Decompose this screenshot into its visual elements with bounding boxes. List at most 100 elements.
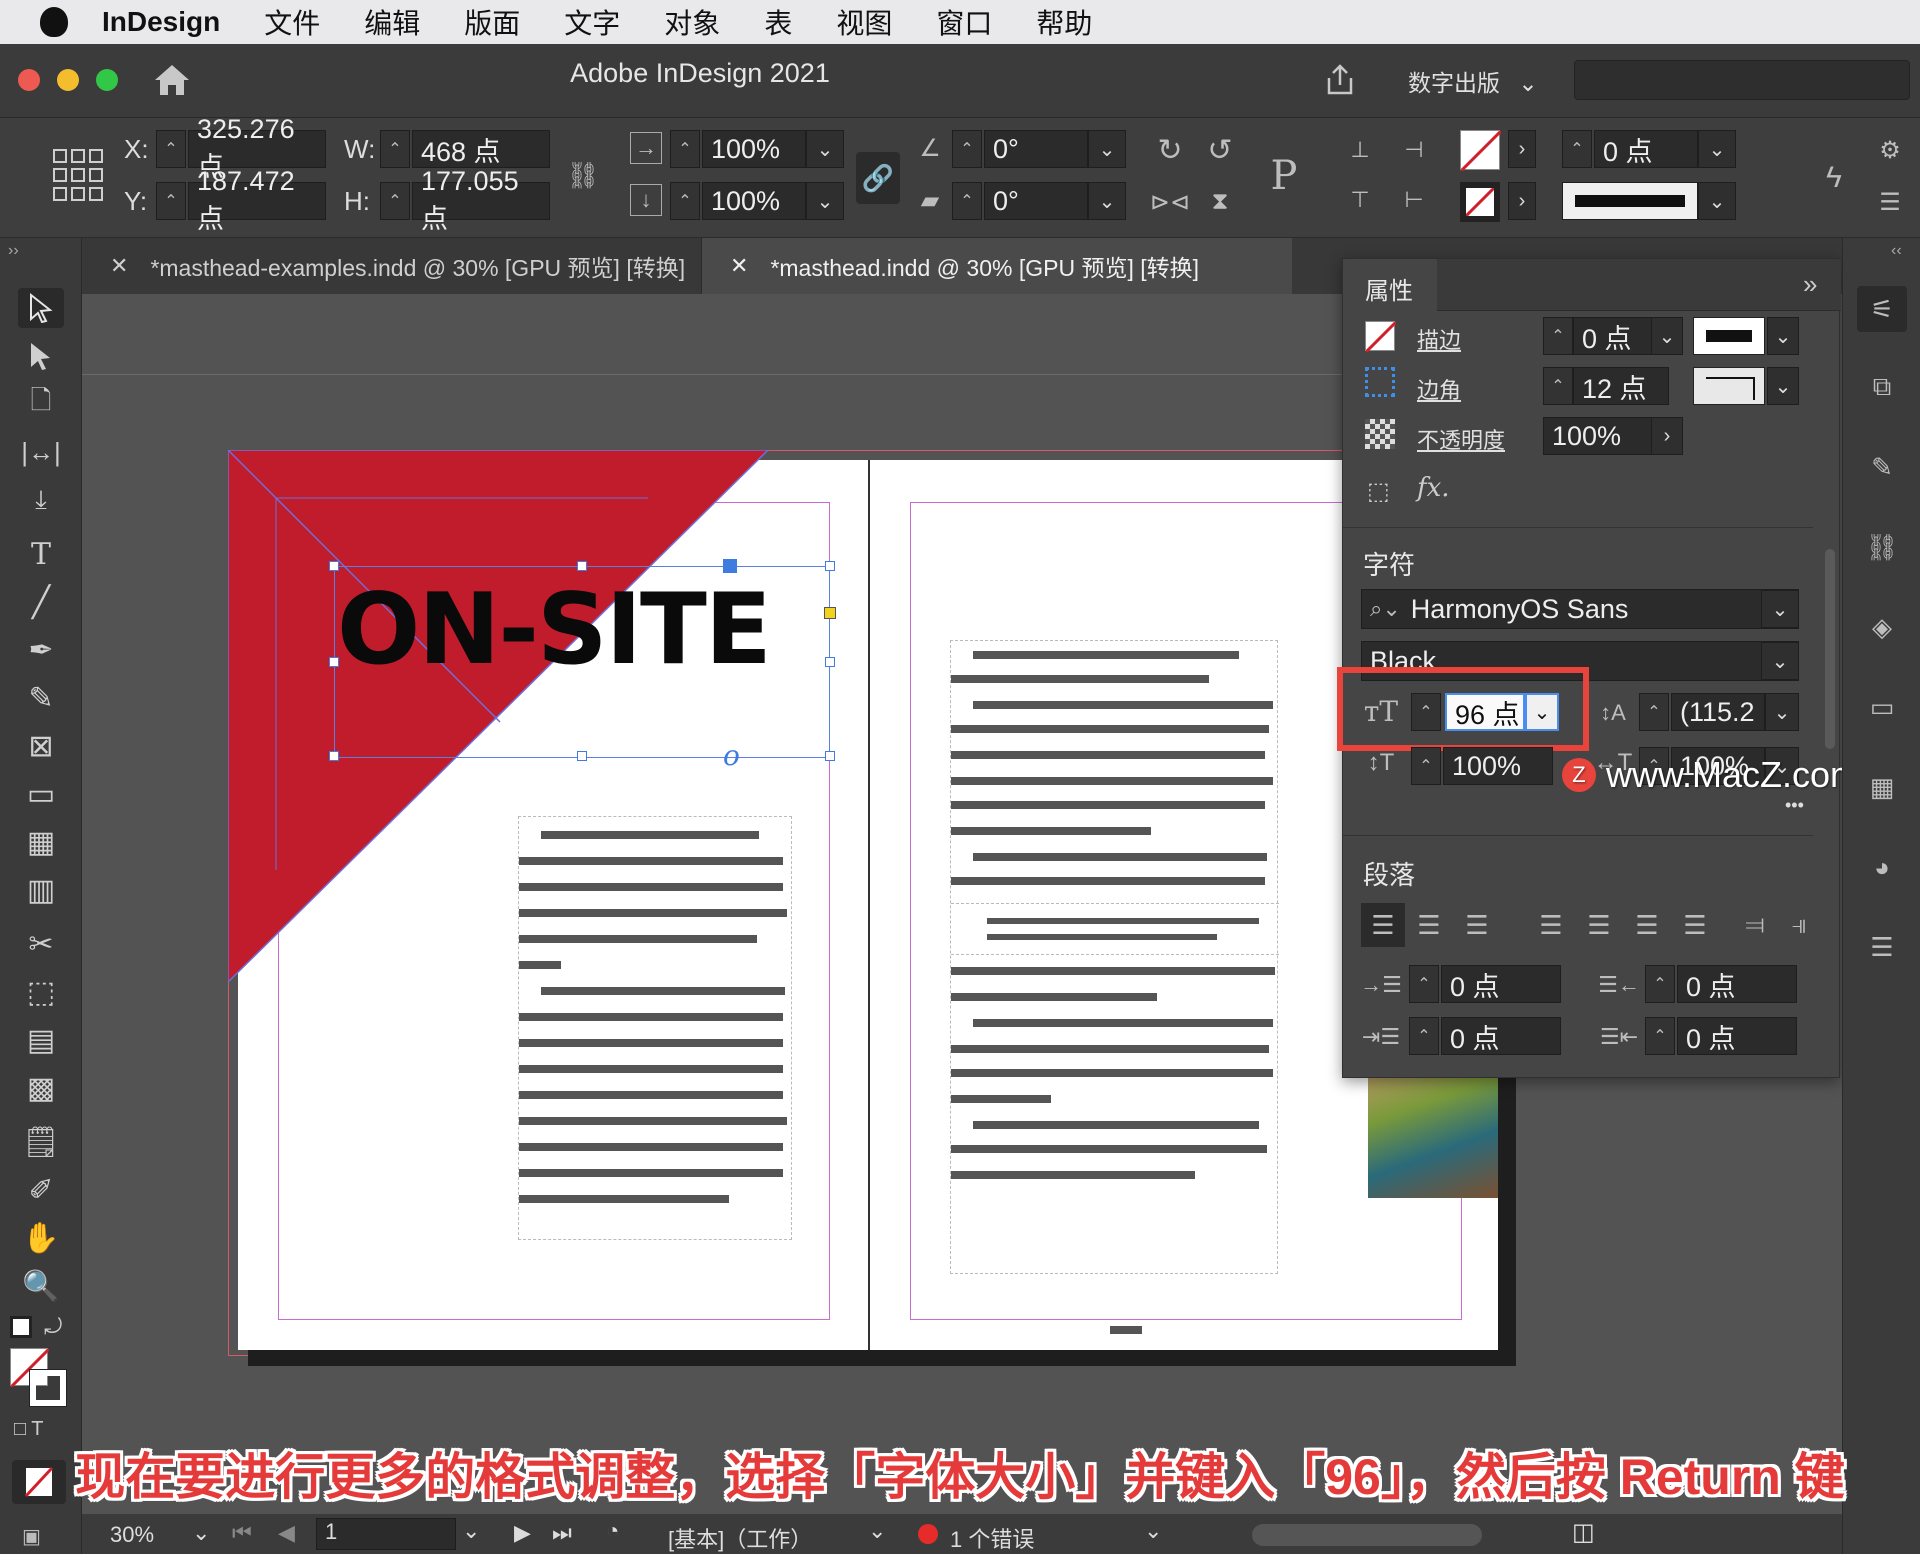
search-field[interactable] (1574, 60, 1910, 100)
line-tool-icon[interactable]: ╱ (18, 582, 64, 622)
scale-x-dropdown[interactable]: ⌄ (806, 130, 844, 168)
align-away-spine-icon[interactable]: ⫣ (1777, 903, 1821, 947)
direct-selection-tool-icon[interactable] (18, 336, 64, 376)
leading-field[interactable]: (115.2 (1671, 693, 1765, 731)
y-stepper[interactable]: ⌃ (156, 182, 186, 220)
stroke-label[interactable]: 描边 (1417, 323, 1461, 355)
h-field[interactable]: 177.055 点 (412, 166, 550, 234)
horizontal-scrollbar[interactable] (1252, 1524, 1482, 1546)
selection-handle[interactable] (825, 657, 835, 667)
corner-stepper[interactable]: ⌃ (1543, 367, 1573, 405)
out-port-link-icon[interactable]: o (723, 739, 740, 772)
fill-swatch-arrow[interactable]: › (1508, 130, 1536, 168)
body-text-frame[interactable] (950, 640, 1279, 1274)
scale-link-icon[interactable]: 🔗 (856, 152, 900, 204)
paragraph-styles-icon[interactable]: ☰ (1857, 924, 1907, 970)
properties-panel-icon[interactable]: ⚟ (1857, 286, 1907, 332)
preflight-profile[interactable]: [基本]（工作） (668, 1522, 812, 1554)
pen-tool-icon[interactable]: ✒ (18, 630, 64, 670)
left-indent-field[interactable]: 0 点 (1441, 965, 1561, 1003)
zoom-window-button[interactable] (96, 69, 118, 91)
color-panel-icon[interactable]: ◕ (1857, 844, 1907, 890)
menu-view[interactable]: 视图 (836, 2, 892, 42)
shear-stepper[interactable]: ⌃ (952, 182, 982, 220)
menu-app-name[interactable]: InDesign (102, 6, 220, 38)
page-number-field[interactable]: 1 (316, 1518, 456, 1550)
note-tool-icon[interactable]: 🗒 (18, 1122, 64, 1162)
gradient-feather-tool-icon[interactable]: ▩ (18, 1068, 64, 1108)
font-style-dropdown[interactable]: ⌄ (1761, 642, 1799, 680)
stroke-field[interactable]: 0 点 (1573, 317, 1653, 355)
scale-x-field[interactable]: 100% (702, 130, 806, 168)
selection-handle[interactable] (825, 751, 835, 761)
constrain-link-icon[interactable]: ⛓ (566, 158, 600, 192)
x-stepper[interactable]: ⌃ (156, 130, 186, 168)
profile-dropdown-icon[interactable]: ⌄ (868, 1518, 886, 1544)
corner-shape-swatch[interactable] (1693, 367, 1765, 405)
split-window-icon[interactable]: ◫ (1572, 1518, 1595, 1547)
corner-label[interactable]: 边角 (1417, 373, 1461, 405)
right-indent-field[interactable]: 0 点 (1677, 965, 1797, 1003)
minimize-window-button[interactable] (57, 69, 79, 91)
apple-icon[interactable] (40, 7, 68, 37)
font-family-dropdown[interactable]: ⌄ (1761, 590, 1799, 628)
right-indent-stepper[interactable]: ⌃ (1645, 965, 1675, 1003)
select-next-icon[interactable]: ⊢ (1394, 182, 1434, 218)
page-dropdown-icon[interactable]: ⌄ (462, 1518, 480, 1544)
scale-y-stepper[interactable]: ⌃ (670, 182, 700, 220)
pencil-tool-icon[interactable]: ✎ (18, 678, 64, 718)
justify-center-icon[interactable]: ☰ (1577, 903, 1621, 947)
stroke-weight-stepper[interactable]: ⌃ (1562, 130, 1592, 168)
zoom-level[interactable]: 30% (110, 1522, 154, 1548)
error-count[interactable]: 1 个错误 (950, 1522, 1034, 1554)
w-stepper[interactable]: ⌃ (380, 130, 410, 168)
menu-help[interactable]: 帮助 (1036, 2, 1092, 42)
selection-handle[interactable] (825, 561, 835, 571)
fill-swatch[interactable] (1459, 129, 1503, 173)
rectangle-tool-icon[interactable]: ▭ (18, 774, 64, 814)
align-towards-spine-icon[interactable]: ⫤ (1733, 903, 1777, 947)
pull-quote-frame[interactable] (951, 903, 1279, 955)
rectangle-frame-tool-icon[interactable]: ⊠ (18, 726, 64, 766)
corner-shape-dropdown[interactable]: ⌄ (1767, 367, 1799, 405)
menu-table[interactable]: 表 (764, 2, 792, 42)
font-family-field[interactable]: ⌕⌄ HarmonyOS Sans (1361, 589, 1799, 629)
leading-stepper[interactable]: ⌃ (1639, 693, 1669, 731)
panel-menu-icon[interactable]: ☰ (1872, 184, 1908, 220)
justify-right-icon[interactable]: ☰ (1625, 903, 1669, 947)
more-options-icon[interactable]: ••• (1785, 795, 1804, 816)
align-center-icon[interactable]: ☰ (1407, 903, 1451, 947)
eyedropper-tool-icon[interactable]: ✐ (18, 1170, 64, 1210)
stroke-box[interactable] (29, 1369, 67, 1407)
stroke-swatch-icon[interactable] (1364, 320, 1398, 354)
corner-field[interactable]: 12 点 (1573, 367, 1669, 405)
shear-field[interactable]: 0° (984, 182, 1088, 220)
layers-panel-icon[interactable]: ◈ (1857, 604, 1907, 650)
preflight-icon[interactable]: ◔ (606, 1518, 619, 1544)
swap-colors-icon[interactable]: ⤾ (44, 1314, 62, 1340)
headline-text-frame[interactable]: ON-SITE o (329, 559, 836, 772)
pages-panel-icon[interactable]: ⧉ (1857, 364, 1907, 410)
select-previous-icon[interactable]: ⊣ (1394, 132, 1434, 168)
type-tool-icon[interactable]: T (18, 534, 64, 574)
justify-left-icon[interactable]: ☰ (1529, 903, 1573, 947)
gap-tool-icon[interactable]: |↔| (18, 432, 64, 472)
in-port-handle[interactable] (723, 559, 737, 573)
gradient-panel-icon[interactable]: ▭ (1857, 684, 1907, 730)
align-left-icon[interactable]: ☰ (1361, 903, 1405, 947)
menu-window[interactable]: 窗口 (936, 2, 992, 42)
stroke-style-swatch[interactable] (1693, 317, 1765, 355)
menu-edit[interactable]: 编辑 (364, 2, 420, 42)
menu-file[interactable]: 文件 (264, 2, 320, 42)
rotate-clockwise-icon[interactable]: ↻ (1150, 130, 1190, 170)
select-container-icon[interactable]: ⊥ (1340, 132, 1380, 168)
stroke-weight-dropdown[interactable]: ⌄ (1698, 130, 1736, 168)
gradient-swatch-tool-icon[interactable]: ▤ (18, 1020, 64, 1060)
links-panel-icon[interactable]: ⛓ (1857, 524, 1907, 570)
free-transform-tool-icon[interactable]: ⬚ (18, 972, 64, 1012)
stroke-dropdown[interactable]: ⌄ (1651, 317, 1683, 355)
shear-dropdown[interactable]: ⌄ (1088, 182, 1126, 220)
menu-object[interactable]: 对象 (664, 2, 720, 42)
left-indent-stepper[interactable]: ⌃ (1409, 965, 1439, 1003)
next-page-icon[interactable]: ▶ (514, 1520, 531, 1546)
